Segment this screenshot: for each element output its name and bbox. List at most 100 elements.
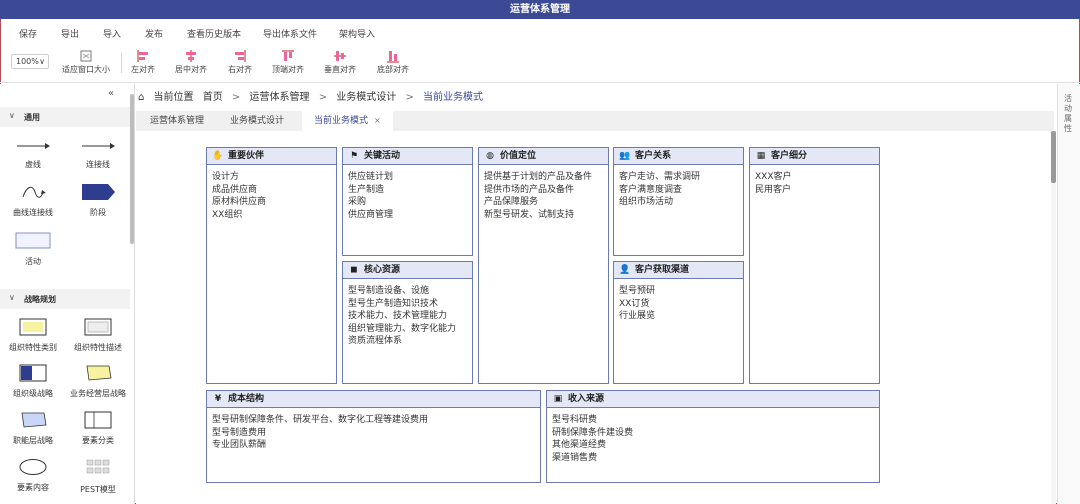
breadcrumb-home[interactable]: 首页	[203, 92, 223, 103]
shape-pest-model[interactable]: PEST模型	[68, 458, 128, 495]
breadcrumb-ops[interactable]: 运营体系管理	[250, 92, 310, 103]
align-right-button[interactable]: 右对齐	[228, 49, 252, 75]
menu-export-system[interactable]: 导出体系文件	[263, 27, 317, 40]
close-icon[interactable]: ×	[374, 116, 381, 125]
chevron-right-icon: >	[231, 92, 241, 103]
grid-icon: ▦	[756, 151, 766, 161]
breadcrumb-design[interactable]: 业务模式设计	[336, 92, 396, 103]
shape-dashed-line[interactable]: 虚线	[3, 139, 63, 170]
list-item: 设计方	[212, 172, 240, 182]
breadcrumb-current: 当前业务模式	[423, 92, 484, 103]
shape-palette: « ∨ 通用 虚线 连接线 曲线连接线 阶段 活动 ∨ 战略规划 组织特性类别 …	[0, 84, 135, 504]
globe-icon: ◍	[486, 151, 494, 161]
home-icon: ⌂	[138, 92, 145, 103]
split-rect-icon	[19, 364, 47, 382]
list-item: 生产制造	[348, 184, 385, 195]
zoom-value: 100%	[16, 57, 39, 66]
collapse-sidebar-icon[interactable]: «	[108, 88, 114, 99]
users-icon: 👥	[619, 151, 631, 161]
shape-org-trait-category[interactable]: 组织特性类别	[3, 318, 63, 353]
align-left-icon	[137, 50, 148, 62]
flag-icon: ⚑	[349, 151, 359, 161]
shape-connector[interactable]: 连接线	[68, 139, 128, 170]
align-middle-icon	[334, 51, 346, 61]
scrollbar-thumb[interactable]	[1051, 131, 1056, 183]
split-outline-icon	[84, 411, 112, 429]
shape-stage[interactable]: 阶段	[68, 183, 128, 218]
block-customer-channels[interactable]: 👤 客户获取渠道 型号预研 XX订货 行业展览	[613, 261, 744, 384]
list-item: 采购	[348, 197, 367, 207]
list-item: 型号生产制造知识技术	[348, 298, 439, 309]
shape-business-strategy[interactable]: 业务经营层战略	[68, 364, 128, 399]
shape-org-trait-desc[interactable]: 组织特性描述	[68, 318, 128, 353]
curve-arrow-icon	[22, 186, 46, 198]
list-item: 成品供应商	[212, 184, 258, 195]
align-middle-button[interactable]: 垂直对齐	[324, 49, 356, 75]
align-top-button[interactable]: 顶端对齐	[272, 49, 304, 75]
properties-panel[interactable]: 活动属性	[1057, 84, 1080, 504]
align-bottom-icon	[387, 51, 399, 63]
block-customer-relations[interactable]: 👥 客户关系 客户走访、需求调研 客户满意度调查 组织市场活动	[613, 147, 744, 256]
menu-import[interactable]: 导入	[103, 27, 121, 40]
list-item: 型号研制保障条件、研发平台、数字化工程等建设费用	[212, 415, 429, 425]
fit-window-icon	[80, 50, 92, 62]
block-value-proposition[interactable]: ◍ 价值定位 提供基于计划的产品及备件 提供市场的产品及备件 产品保障服务 新型号…	[478, 147, 609, 384]
tab-ops-management[interactable]: 运营体系管理	[138, 111, 216, 131]
list-item: 提供基于计划的产品及备件	[484, 172, 593, 182]
chevron-down-icon: ∨	[9, 293, 15, 302]
fit-window-button[interactable]: 适应窗口大小	[62, 49, 110, 75]
menu-save[interactable]: 保存	[19, 27, 37, 40]
properties-panel-label: 活动属性	[1064, 94, 1072, 133]
tab-current-model[interactable]: 当前业务模式 ×	[302, 111, 393, 131]
list-item: 客户走访、需求调研	[619, 172, 701, 182]
ellipse-icon	[19, 459, 47, 475]
tab-bar: 运营体系管理 业务模式设计 当前业务模式 ×	[136, 111, 1054, 131]
list-item: 产品保障服务	[484, 197, 539, 207]
list-item: 渠道销售费	[552, 452, 598, 463]
list-item: 型号制造设备、设施	[348, 286, 430, 296]
list-item: XX订货	[619, 298, 650, 309]
zoom-select[interactable]: 100% ∨	[11, 54, 49, 69]
shape-curved-connector[interactable]: 曲线连接线	[3, 183, 63, 218]
menu-history[interactable]: 查看历史版本	[187, 27, 241, 40]
block-key-resources[interactable]: ◼ 核心资源 型号制造设备、设施 型号生产制造知识技术 技术能力、技术管理能力 组…	[342, 261, 473, 384]
breadcrumb: ⌂ 当前位置 首页 > 运营体系管理 > 业务模式设计 > 当前业务模式	[138, 88, 489, 106]
tab-business-design[interactable]: 业务模式设计	[218, 111, 296, 131]
menu-publish[interactable]: 发布	[145, 27, 163, 40]
connector-arrow-icon	[82, 143, 115, 149]
block-customer-segments[interactable]: ▦ 客户细分 XXX客户 民用客户	[749, 147, 880, 384]
block-key-activities[interactable]: ⚑ 关键活动 供应链计划 生产制造 采购 供应商管理	[342, 147, 473, 256]
activity-rect-icon	[15, 232, 51, 249]
menu-architecture-import[interactable]: 架构导入	[339, 27, 375, 40]
menu-bar: 保存 导出 导入 发布 查看历史版本 导出体系文件 架构导入	[0, 19, 1080, 45]
user-icon: 👤	[619, 265, 631, 275]
block-key-partners[interactable]: ✋ 重要伙伴 设计方 成品供应商 原材料供应商 XX组织	[206, 147, 337, 384]
align-bottom-button[interactable]: 底部对齐	[377, 49, 409, 75]
list-item: 资质流程体系	[348, 336, 403, 346]
toolbar: 100% ∨ 适应窗口大小 左对齐 居中对齐 右对齐 顶端对齐 垂直对齐 底部对…	[0, 45, 1080, 83]
toolbar-divider	[121, 53, 122, 73]
list-item: 供应商管理	[348, 209, 394, 220]
dashed-arrow-icon	[17, 143, 50, 149]
money-icon: ¥	[214, 394, 222, 404]
list-item: XXX客户	[755, 172, 792, 182]
align-left-button[interactable]: 左对齐	[131, 49, 155, 75]
window-title: 运营体系管理	[0, 0, 1080, 19]
block-revenue-streams[interactable]: ▣ 收入来源 型号科研费 研制保障条件建设费 其他渠道经费 渠道销售费	[546, 390, 880, 483]
list-item: 型号科研费	[552, 415, 598, 425]
list-item: 型号制造费用	[212, 427, 267, 438]
menu-export[interactable]: 导出	[61, 27, 79, 40]
shape-activity[interactable]: 活动	[3, 232, 63, 267]
shape-function-strategy[interactable]: 职能层战略	[3, 411, 63, 446]
wallet-icon: ▣	[553, 394, 563, 404]
shape-org-strategy[interactable]: 组织级战略	[3, 364, 63, 399]
chevron-right-icon: >	[405, 92, 414, 103]
canvas-scrollbar[interactable]	[1051, 131, 1056, 504]
shape-element-category[interactable]: 要素分类	[68, 411, 128, 446]
sidebar-scrollbar[interactable]	[130, 94, 134, 244]
block-cost-structure[interactable]: ¥ 成本结构 型号研制保障条件、研发平台、数字化工程等建设费用 型号制造费用 专业…	[206, 390, 541, 483]
section-general[interactable]: ∨ 通用	[0, 107, 130, 127]
section-strategy[interactable]: ∨ 战略规划	[0, 289, 130, 309]
align-center-button[interactable]: 居中对齐	[175, 49, 207, 75]
shape-element-content[interactable]: 要素内容	[3, 458, 63, 493]
